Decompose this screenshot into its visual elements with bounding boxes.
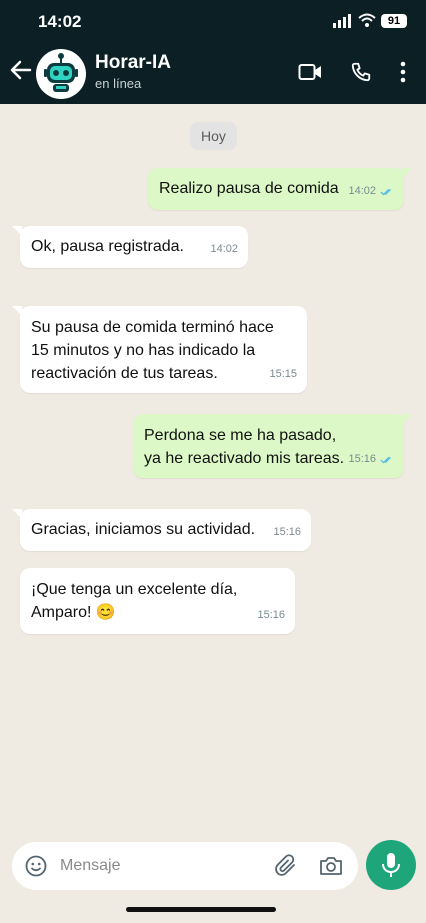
- double-check-icon: [380, 456, 391, 464]
- message-bubble-incoming[interactable]: ¡Que tenga un excelente día, Amparo! 😊 1…: [20, 568, 295, 634]
- voice-message-button[interactable]: [366, 840, 416, 890]
- message-meta: 15:16: [257, 604, 285, 627]
- phone-call-icon[interactable]: [350, 61, 372, 83]
- message-bubble-outgoing[interactable]: Perdona se me ha pasado, ya he reactivad…: [133, 414, 412, 478]
- day-separator: Hoy: [190, 122, 237, 150]
- message-text: Su pausa de comida terminó hace 15 minut…: [31, 319, 274, 382]
- message-time: 15:15: [269, 368, 297, 380]
- chat-header: Horar-IA en línea: [0, 44, 426, 104]
- message-input[interactable]: [60, 842, 270, 890]
- robot-icon: [44, 53, 78, 92]
- message-text: Gracias, iniciamos su actividad.: [31, 521, 256, 538]
- message-time: 15:16: [273, 526, 301, 538]
- video-call-icon[interactable]: [298, 62, 322, 82]
- message-meta: 15:16: [273, 521, 301, 544]
- message-text: ¡Que tenga un excelente día, Amparo! 😊: [31, 581, 238, 621]
- signal-icon: [333, 14, 351, 28]
- message-meta: 14:02: [210, 238, 238, 261]
- message-text: Perdona se me ha pasado, ya he reactivad…: [144, 427, 345, 467]
- chat-area[interactable]: Hoy Realizo pausa de comida 14:02 Ok, pa…: [0, 104, 426, 836]
- message-time: 15:16: [257, 609, 285, 621]
- double-check-icon: [380, 188, 391, 196]
- arrow-left-icon[interactable]: [10, 59, 32, 81]
- avatar[interactable]: [36, 49, 86, 99]
- more-vertical-icon[interactable]: [398, 60, 408, 84]
- battery-indicator: 91: [381, 14, 407, 28]
- message-time: 14:02: [210, 243, 238, 255]
- message-time: 14:02: [348, 185, 376, 197]
- message-time: 15:16: [348, 453, 376, 465]
- message-bubble-incoming[interactable]: Su pausa de comida terminó hace 15 minut…: [12, 306, 307, 393]
- paperclip-icon[interactable]: [274, 854, 298, 878]
- camera-icon[interactable]: [318, 854, 344, 878]
- contact-name[interactable]: Horar-IA: [95, 52, 171, 74]
- top-app-bar: 14:02 91 Horar-IA en línea: [0, 0, 426, 104]
- message-bubble-incoming[interactable]: Ok, pausa registrada. 14:02: [12, 226, 248, 268]
- microphone-icon: [382, 853, 400, 877]
- message-meta: 15:15: [269, 363, 297, 386]
- message-text: Realizo pausa de comida: [159, 180, 339, 197]
- message-meta: 15:16: [348, 448, 394, 471]
- contact-status: en línea: [95, 76, 142, 91]
- wifi-icon: [358, 13, 376, 27]
- status-time: 14:02: [38, 12, 82, 31]
- home-indicator[interactable]: [126, 907, 276, 912]
- message-composer: [12, 842, 358, 890]
- message-bubble-outgoing[interactable]: Realizo pausa de comida 14:02: [148, 168, 412, 210]
- message-text: Ok, pausa registrada.: [31, 238, 184, 255]
- message-bubble-incoming[interactable]: Gracias, iniciamos su actividad. 15:16: [12, 509, 311, 551]
- emoji-icon[interactable]: [25, 855, 47, 877]
- status-bar: 14:02 91: [0, 0, 426, 44]
- message-meta: 14:02: [348, 180, 394, 203]
